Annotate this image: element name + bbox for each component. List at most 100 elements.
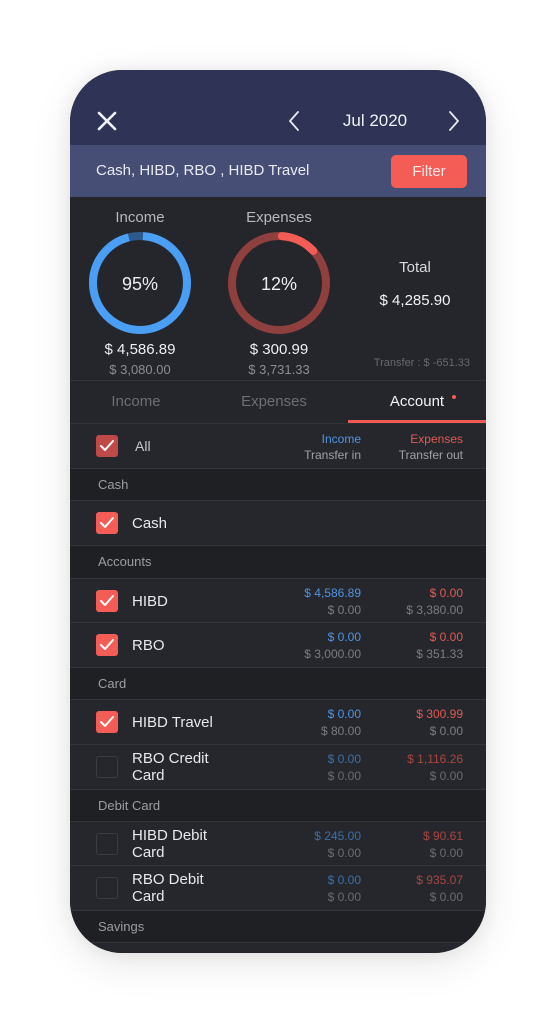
account-checkbox[interactable] bbox=[96, 634, 118, 656]
account-name-line1: RBO Debit bbox=[132, 871, 204, 888]
tab-bar: Income Expenses Account bbox=[70, 381, 486, 424]
check-icon bbox=[100, 440, 114, 451]
account-checkbox[interactable] bbox=[96, 756, 118, 778]
income-amount: $ 0.00 bbox=[327, 707, 361, 721]
tab-income[interactable]: Income bbox=[70, 381, 202, 423]
total-label: Total bbox=[399, 259, 431, 276]
income-transfer-amount: $ 3,080.00 bbox=[109, 362, 171, 377]
nav-bar: Jul 2020 bbox=[70, 70, 486, 145]
section-header-debit-card: Debit Card bbox=[70, 790, 486, 822]
income-amount: $ 0.00 bbox=[327, 630, 361, 644]
select-all-checkbox[interactable] bbox=[96, 435, 118, 457]
transfer-out-amount: $ 0.00 bbox=[429, 846, 463, 860]
income-amount: $ 0.00 bbox=[327, 873, 361, 887]
expenses-percent: 12% bbox=[260, 274, 298, 294]
account-name: RBO bbox=[132, 637, 165, 654]
selected-accounts-text: Cash, HIBD, RBO , HIBD Travel bbox=[96, 162, 310, 179]
tab-account[interactable]: Account bbox=[348, 381, 486, 423]
transfer-in-amount: $ 80.00 bbox=[320, 724, 361, 738]
expenses-label: Expenses bbox=[246, 209, 312, 226]
account-checkbox[interactable] bbox=[96, 711, 118, 733]
section-label: Cash bbox=[98, 477, 129, 492]
account-row[interactable]: Cash bbox=[70, 501, 486, 546]
transfer-out-amount: $ 0.00 bbox=[429, 769, 463, 783]
account-row[interactable]: RBO Credit Card $ 0.00 $ 0.00 $ 1,116.26… bbox=[70, 745, 486, 790]
account-row bbox=[70, 943, 486, 953]
section-header-card: Card bbox=[70, 668, 486, 700]
active-tab-indicator bbox=[348, 420, 486, 423]
account-name: HIBD Debit Card bbox=[132, 827, 207, 861]
transfer-out-amount: $ 3,380.00 bbox=[406, 603, 463, 617]
summary-panel: Income 95% $ 4,586.89 $ 3,080.00 Expense… bbox=[70, 197, 486, 381]
section-header-accounts: Accounts bbox=[70, 546, 486, 579]
account-checkbox[interactable] bbox=[96, 590, 118, 612]
account-name-line2: Card bbox=[132, 767, 165, 784]
transfer-out-amount: $ 0.00 bbox=[429, 724, 463, 738]
account-name: RBO Credit Card bbox=[132, 750, 209, 784]
account-name-line1: HIBD Debit bbox=[132, 827, 208, 844]
account-row[interactable]: RBO Debit Card $ 0.00 $ 0.00 $ 935.07 $ … bbox=[70, 866, 486, 911]
transfer-in-amount: $ 0.00 bbox=[327, 769, 361, 783]
section-label: Debit Card bbox=[98, 798, 161, 813]
tab-expenses[interactable]: Expenses bbox=[208, 381, 340, 423]
income-percent: 95% bbox=[121, 274, 159, 294]
account-name: HIBD Travel bbox=[132, 714, 213, 731]
chevron-left-icon bbox=[289, 111, 299, 131]
account-row[interactable]: HIBD Debit Card $ 245.00 $ 0.00 $ 90.61 … bbox=[70, 822, 486, 866]
expenses-amount: $ 1,116.26 bbox=[407, 752, 463, 766]
select-all-row: All Income Transfer in Expenses Transfer… bbox=[70, 424, 486, 469]
account-checkbox[interactable] bbox=[96, 833, 118, 855]
transfer-in-amount: $ 0.00 bbox=[327, 890, 361, 904]
check-icon bbox=[100, 639, 114, 650]
expenses-amount: $ 0.00 bbox=[429, 586, 463, 600]
income-amount: $ 4,586.89 bbox=[104, 341, 176, 358]
filter-bar: Cash, HIBD, RBO , HIBD Travel Filter bbox=[70, 145, 486, 197]
income-amount: $ 245.00 bbox=[314, 829, 361, 843]
section-label: Accounts bbox=[98, 554, 152, 569]
close-button[interactable] bbox=[96, 110, 118, 132]
account-name-line1: RBO Credit bbox=[132, 750, 209, 767]
transfer-total: Transfer : $ -651.33 bbox=[373, 357, 470, 369]
account-name-line2: Card bbox=[132, 888, 165, 905]
transfer-in-amount: $ 0.00 bbox=[327, 846, 361, 860]
transfer-out-column-header: Transfer out bbox=[398, 448, 463, 462]
phone-screen: Jul 2020 Cash, HIBD, RBO , HIBD Travel F… bbox=[70, 70, 486, 953]
expenses-amount: $ 90.61 bbox=[422, 829, 463, 843]
tab-account-badge bbox=[452, 395, 456, 399]
total-value: $ 4,285.90 bbox=[379, 292, 451, 309]
section-header-cash: Cash bbox=[70, 469, 486, 501]
filter-button[interactable]: Filter bbox=[391, 155, 467, 188]
account-row[interactable]: RBO $ 0.00 $ 3,000.00 $ 0.00 $ 351.33 bbox=[70, 623, 486, 668]
next-month-button[interactable] bbox=[446, 110, 462, 132]
expenses-column-header: Expenses bbox=[410, 432, 463, 446]
income-column-header: Income bbox=[321, 432, 361, 446]
check-icon bbox=[100, 517, 114, 528]
chevron-right-icon bbox=[449, 111, 459, 131]
transfer-in-amount: $ 3,000.00 bbox=[304, 647, 361, 661]
select-all-label: All bbox=[135, 438, 151, 454]
check-icon bbox=[100, 716, 114, 727]
expenses-amount: $ 300.99 bbox=[416, 707, 463, 721]
month-title[interactable]: Jul 2020 bbox=[320, 111, 430, 131]
account-checkbox[interactable] bbox=[96, 512, 118, 534]
expenses-amount: $ 0.00 bbox=[429, 630, 463, 644]
transfer-out-amount: $ 0.00 bbox=[429, 890, 463, 904]
transfer-in-column-header: Transfer in bbox=[304, 448, 361, 462]
close-icon bbox=[97, 111, 117, 131]
previous-month-button[interactable] bbox=[286, 110, 302, 132]
section-label: Card bbox=[98, 676, 127, 691]
income-amount: $ 4,586.89 bbox=[304, 586, 361, 600]
check-icon bbox=[100, 595, 114, 606]
expenses-amount: $ 935.07 bbox=[416, 873, 463, 887]
expenses-transfer-amount: $ 3,731.33 bbox=[248, 362, 310, 377]
transfer-out-amount: $ 351.33 bbox=[416, 647, 463, 661]
account-row[interactable]: HIBD Travel $ 0.00 $ 80.00 $ 300.99 $ 0.… bbox=[70, 700, 486, 745]
income-amount: $ 0.00 bbox=[327, 752, 361, 766]
expenses-amount: $ 300.99 bbox=[249, 341, 309, 358]
account-name: RBO Debit Card bbox=[132, 871, 204, 905]
account-checkbox[interactable] bbox=[96, 877, 118, 899]
account-name: HIBD bbox=[132, 593, 168, 610]
section-header-savings: Savings bbox=[70, 911, 486, 943]
account-row[interactable]: HIBD $ 4,586.89 $ 0.00 $ 0.00 $ 3,380.00 bbox=[70, 579, 486, 623]
section-label: Savings bbox=[98, 919, 145, 934]
